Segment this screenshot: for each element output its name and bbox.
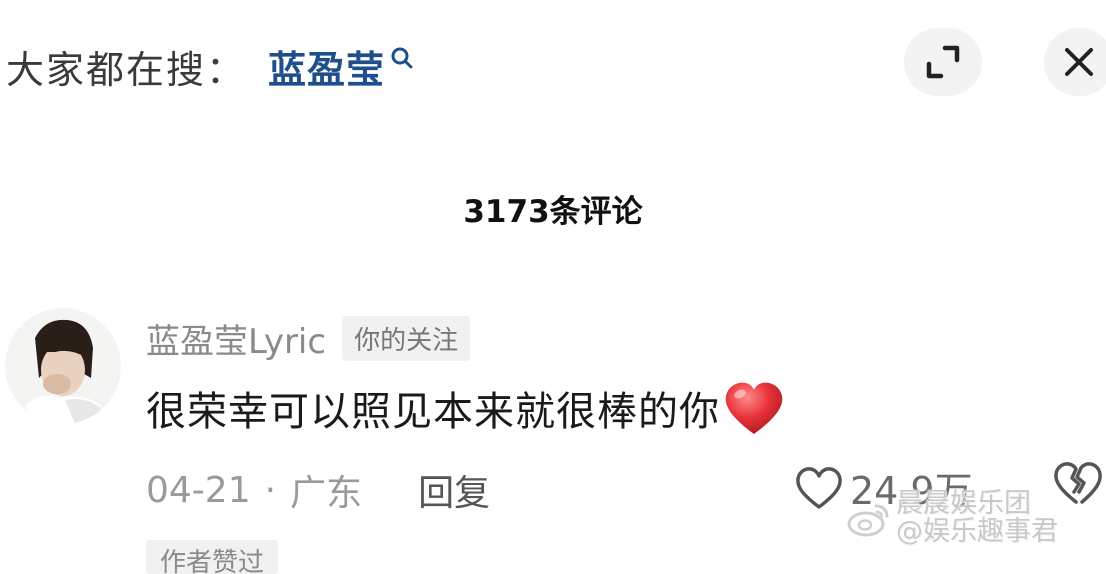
comment-header: 蓝盈莹Lyric 你的关注: [146, 314, 471, 363]
expand-button[interactable]: [904, 28, 982, 96]
watermark-line-2: @娱乐趣事君: [896, 516, 1058, 547]
red-heart-emoji-icon: [725, 382, 783, 434]
comment-username[interactable]: 蓝盈莹Lyric: [146, 314, 326, 363]
heart-outline-icon: [796, 466, 842, 509]
search-icon[interactable]: [389, 45, 415, 71]
weibo-logo-icon: [847, 504, 889, 537]
comment-body: 很荣幸可以照见本来就很棒的你: [146, 378, 786, 438]
comment-date: 04-21: [146, 469, 251, 511]
close-button[interactable]: [1044, 28, 1106, 96]
reply-button[interactable]: 回复: [418, 464, 490, 516]
search-term-link[interactable]: 蓝盈莹: [268, 39, 385, 94]
expand-icon: [926, 45, 960, 79]
comment-meta: 04-21 · 广东 回复: [146, 464, 490, 516]
watermark: 晨晨娱乐团 @娱乐趣事君: [846, 490, 1058, 546]
search-suggestion-bar[interactable]: 大家都在搜： 蓝盈莹: [6, 34, 415, 98]
comment-count-title: 3173条评论: [463, 194, 643, 230]
author-liked-badge: 作者赞过: [146, 540, 279, 574]
search-prefix-label: 大家都在搜：: [6, 47, 247, 92]
comment-text: 很荣幸可以照见本来就很棒的你: [146, 389, 720, 435]
close-icon: [1065, 48, 1093, 76]
watermark-line-1: 晨晨娱乐团: [896, 488, 1031, 519]
following-badge: 你的关注: [342, 316, 471, 361]
comment-location: 广东: [290, 473, 363, 514]
avatar[interactable]: [5, 308, 121, 424]
meta-separator: ·: [264, 469, 277, 511]
broken-heart-icon[interactable]: [1052, 460, 1104, 506]
